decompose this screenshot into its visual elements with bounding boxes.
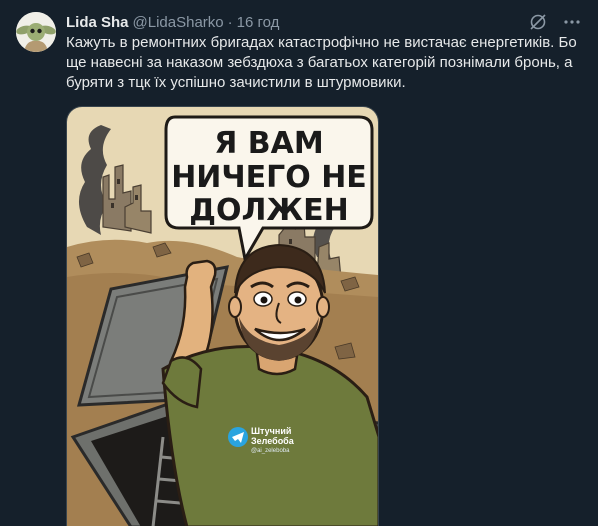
- grogu-avatar-icon: [16, 12, 56, 52]
- tweet-text-line: буряти з тцк їх успішно зачистили в штур…: [66, 74, 406, 91]
- tweet-header: Lida Sha @LidaSharko · 16 год: [66, 12, 279, 32]
- more-icon[interactable]: [562, 12, 582, 32]
- author-handle[interactable]: @LidaSharko: [133, 14, 224, 31]
- tweet-text: Кажуть в ремонтних бригадах катастрофічн…: [66, 33, 582, 93]
- watermark-title: Штучний: [251, 426, 291, 436]
- grok-icon[interactable]: [528, 12, 548, 32]
- separator-dot: ·: [227, 13, 233, 31]
- tweet-timestamp[interactable]: 16 год: [237, 14, 280, 31]
- speech-line: Я ВАМ: [214, 126, 323, 161]
- avatar[interactable]: [16, 12, 56, 52]
- tweet-text-line: ще навесні за наказом зебздюха з багатьо…: [66, 54, 573, 71]
- tweet-text-line: Кажуть в ремонтних бригадах катастрофічн…: [66, 34, 577, 51]
- author-name[interactable]: Lida Sha: [66, 14, 129, 31]
- cartoon-illustration: Я ВАМ НИЧЕГО НЕ ДОЛЖЕН Штучний Зелебоба …: [67, 107, 378, 526]
- watermark-title: Зелебоба: [251, 436, 295, 446]
- tweet-image[interactable]: Я ВАМ НИЧЕГО НЕ ДОЛЖЕН Штучний Зелебоба …: [66, 106, 379, 526]
- tweet-card[interactable]: Lida Sha @LidaSharko · 16 год Кажуть в р…: [0, 0, 598, 526]
- watermark-handle: @ai_zelebobа: [251, 448, 290, 454]
- speech-line: НИЧЕГО НЕ: [171, 160, 367, 195]
- tweet-top-actions: [528, 12, 582, 32]
- speech-line: ДОЛЖЕН: [189, 193, 348, 228]
